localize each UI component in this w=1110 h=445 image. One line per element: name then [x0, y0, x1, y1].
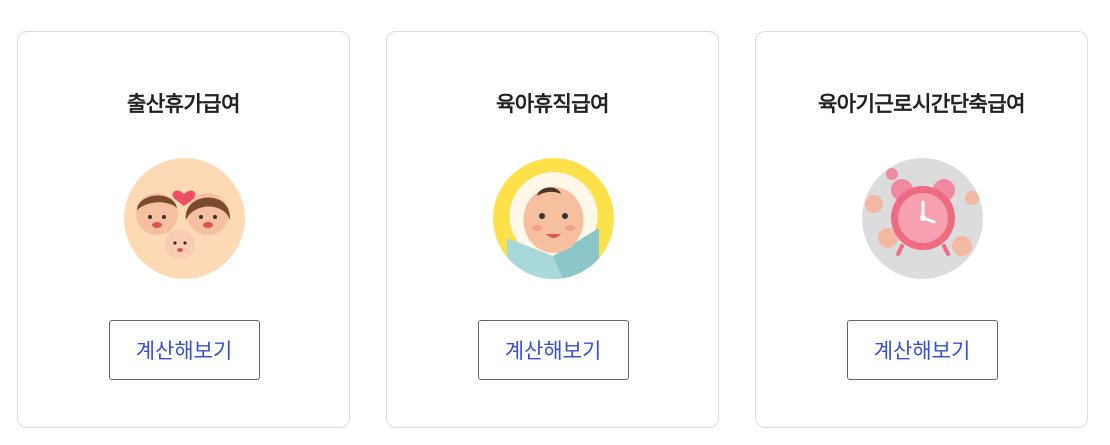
benefit-card-list: 출산휴가급여 계산해보기 육아휴직급여 계산해보기 육아기근로시간단축급여 계산… — [0, 0, 1110, 445]
calculate-button[interactable]: 계산해보기 — [846, 320, 998, 380]
benefit-card-parental-leave: 육아휴직급여 계산해보기 — [386, 31, 719, 428]
benefit-card-reduced-hours: 육아기근로시간단축급여 계산해보기 — [755, 31, 1088, 428]
alarm-clock-icon — [861, 158, 983, 279]
baby-icon — [492, 158, 614, 279]
calculate-button[interactable]: 계산해보기 — [477, 320, 629, 380]
calculate-button[interactable]: 계산해보기 — [108, 320, 260, 380]
benefit-card-maternity: 출산휴가급여 계산해보기 — [17, 31, 350, 428]
card-title: 육아휴직급여 — [496, 92, 609, 116]
family-icon — [123, 158, 245, 279]
card-title: 출산휴가급여 — [127, 92, 240, 116]
card-title: 육아기근로시간단축급여 — [817, 92, 1026, 116]
